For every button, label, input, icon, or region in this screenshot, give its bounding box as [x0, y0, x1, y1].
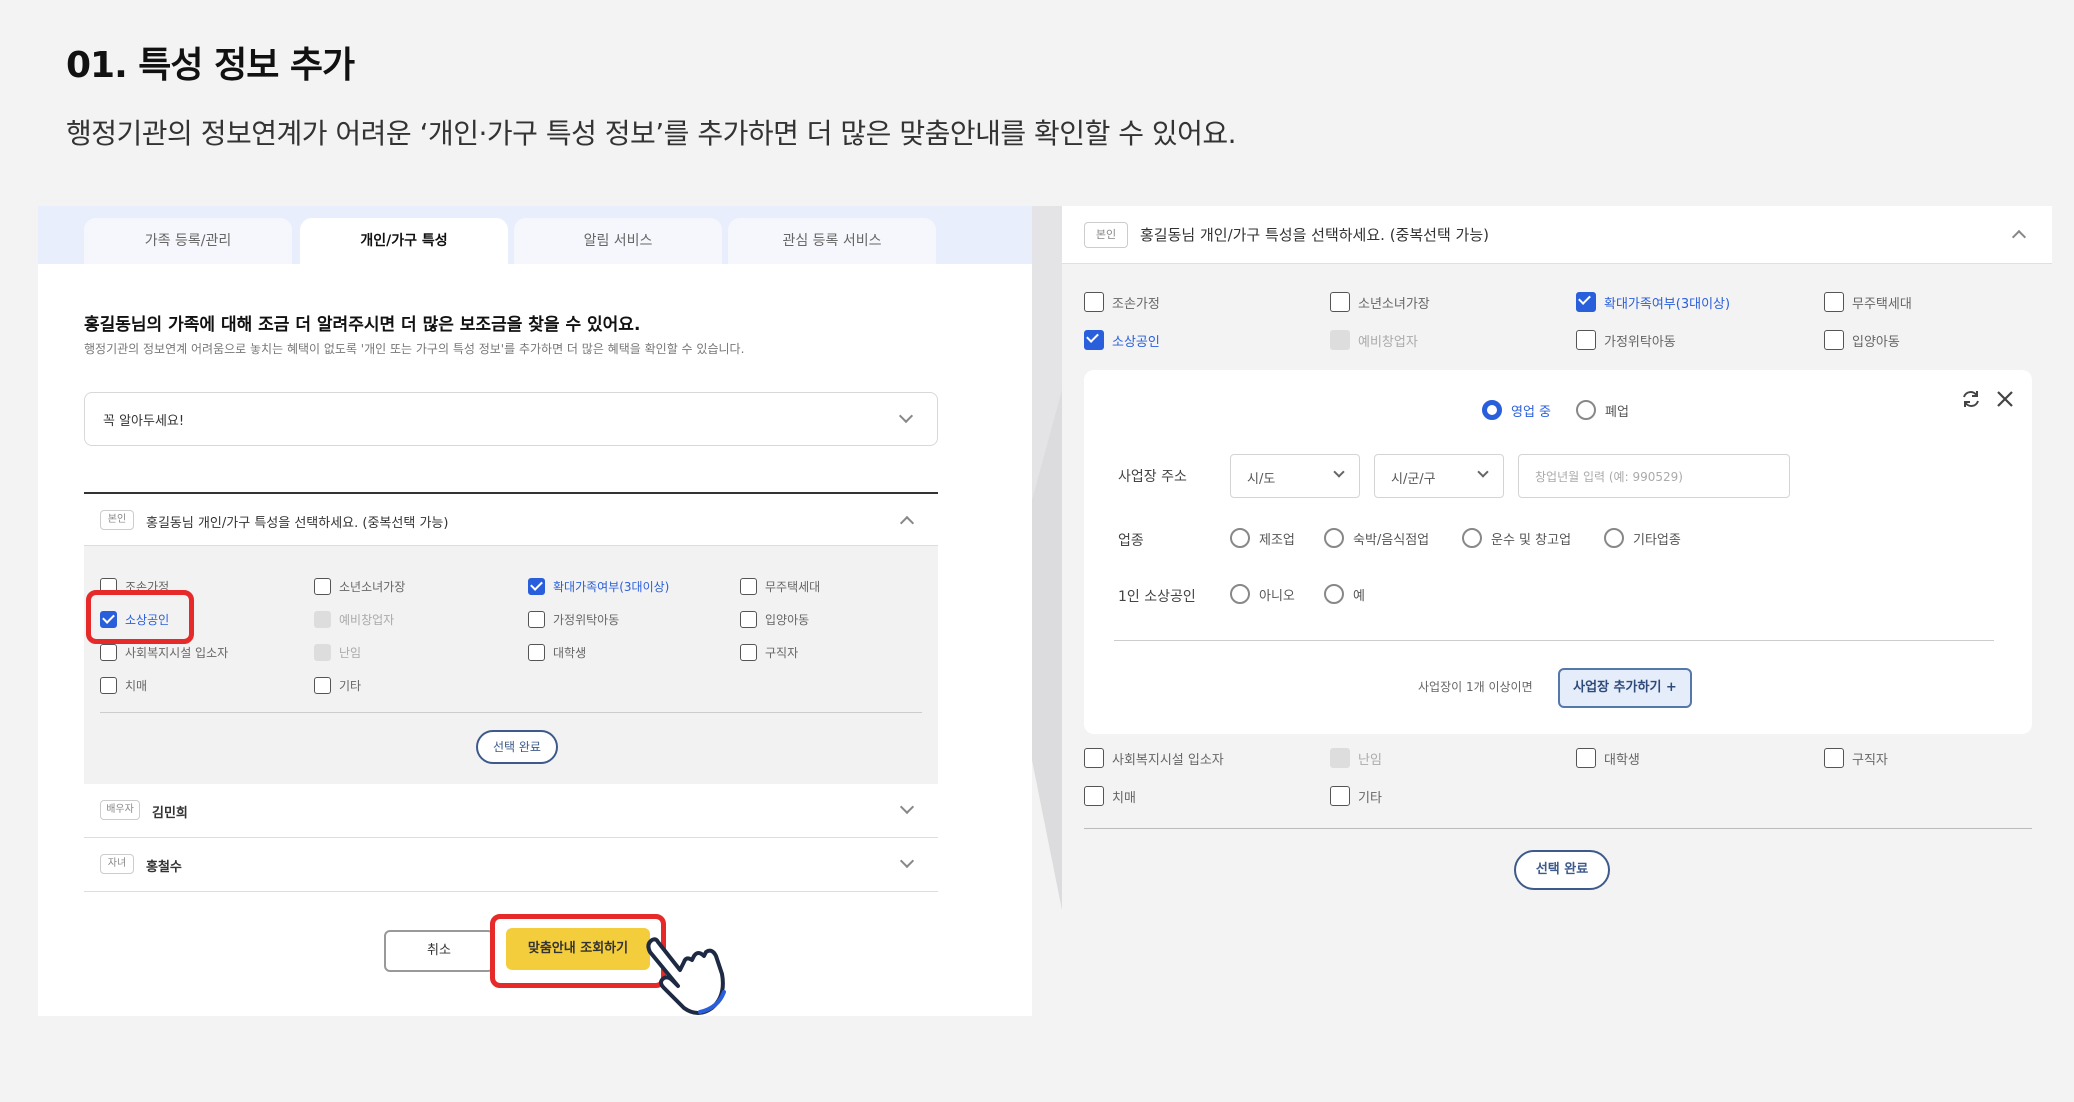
checkbox-item-disabled: 난임: [1330, 748, 1382, 768]
checkbox-item[interactable]: 조손가정: [1084, 292, 1160, 312]
spouse-section-header[interactable]: 배우자 김민희: [84, 784, 938, 838]
checkbox-small-business[interactable]: 소상공인: [1084, 330, 1160, 350]
chevron-down-icon: [899, 853, 915, 869]
checkbox-item[interactable]: 입양아동: [1824, 330, 1900, 350]
divider: [1114, 640, 1994, 641]
checkbox-item[interactable]: 무주택세대: [740, 578, 820, 595]
radio-closed[interactable]: 폐업: [1576, 400, 1629, 420]
checkbox-item[interactable]: 기타: [314, 677, 361, 694]
address-label: 사업장 주소: [1118, 469, 1187, 485]
self-section-title: 홍길동님 개인/가구 특성을 선택하세요. (중복선택 가능): [146, 516, 449, 531]
add-business-button[interactable]: 사업장 추가하기 +: [1558, 668, 1692, 708]
spouse-badge: 배우자: [100, 800, 140, 820]
close-icon[interactable]: [1994, 388, 2016, 410]
checkbox-item[interactable]: 입양아동: [740, 611, 809, 628]
small-business-detail-card: 영업 중 폐업 사업장 주소 시/도 시/군/구 창업년월 입력 (예: 990…: [1084, 370, 2032, 734]
checkbox-item[interactable]: 치매: [1084, 786, 1136, 806]
pointer-hand-icon: [646, 937, 726, 1015]
radio-lodging[interactable]: 숙박/음식점업: [1324, 528, 1429, 548]
divider: [1084, 828, 2032, 829]
tab-bar: 가족 등록/관리 개인/가구 특성 알림 서비스 관심 등록 서비스: [38, 206, 1032, 264]
tab-alerts[interactable]: 알림 서비스: [514, 218, 722, 264]
trait-checkbox-area: 조손가정 소년소녀가장 확대가족여부(3대이상) 무주택세대 소상공인 예비창업…: [84, 546, 938, 784]
select-done-button[interactable]: 선택 완료: [476, 730, 558, 764]
checkbox-item[interactable]: 가정위탁아동: [1576, 330, 1676, 350]
panel-title: 홍길동님의 가족에 대해 조금 더 알려주시면 더 많은 보조금을 찾을 수 있…: [84, 315, 641, 335]
chevron-up-icon: [2011, 229, 2027, 245]
panel-subtitle: 행정기관의 정보연계 어려움으로 놓치는 혜택이 없도록 '개인 또는 가구의 …: [84, 342, 745, 356]
checkbox-item[interactable]: 기타: [1330, 786, 1382, 806]
checkbox-item-disabled: 난임: [314, 644, 361, 661]
checkbox-item[interactable]: 대학생: [1576, 748, 1640, 768]
spouse-name: 김민희: [152, 806, 188, 821]
tab-personal-traits[interactable]: 개인/가구 특성: [300, 218, 508, 264]
checkbox-item[interactable]: 가정위탁아동: [528, 611, 619, 628]
checkbox-item-checked[interactable]: 확대가족여부(3대이상): [528, 578, 669, 595]
checkbox-item[interactable]: 소년소녀가장: [314, 578, 405, 595]
checkbox-item[interactable]: 사회복지시설 입소자: [100, 644, 228, 661]
checkbox-item[interactable]: 대학생: [528, 644, 586, 661]
checkbox-item-disabled: 예비창업자: [314, 611, 394, 628]
tab-family[interactable]: 가족 등록/관리: [84, 218, 292, 264]
radio-operating[interactable]: 영업 중: [1482, 400, 1551, 420]
divider: [100, 712, 922, 713]
checkbox-item[interactable]: 구직자: [740, 644, 798, 661]
cancel-button[interactable]: 취소: [384, 930, 494, 972]
select-done-button[interactable]: 선택 완료: [1514, 850, 1610, 890]
notice-label: 꼭 알아두세요!: [103, 414, 185, 429]
checkbox-item[interactable]: 구직자: [1824, 748, 1888, 768]
radio-transport[interactable]: 운수 및 창고업: [1462, 528, 1571, 548]
industry-label: 업종: [1118, 533, 1144, 549]
checkbox-item[interactable]: 소년소녀가장: [1330, 292, 1430, 312]
founding-date-input[interactable]: 창업년월 입력 (예: 990529): [1518, 454, 1790, 498]
child-name: 홍철수: [146, 860, 182, 875]
chevron-down-icon: [898, 408, 914, 424]
checkbox-item[interactable]: 사회복지시설 입소자: [1084, 748, 1224, 768]
left-screenshot-panel: 가족 등록/관리 개인/가구 특성 알림 서비스 관심 등록 서비스 홍길동님의…: [38, 206, 1032, 1016]
self-section-header[interactable]: 본인 홍길동님 개인/가구 특성을 선택하세요. (중복선택 가능): [1062, 206, 2052, 264]
self-section-title: 홍길동님 개인/가구 특성을 선택하세요. (중복선택 가능): [1140, 226, 1489, 244]
chevron-down-icon: [899, 799, 915, 815]
checkbox-item-disabled: 예비창업자: [1330, 330, 1418, 350]
checkbox-item[interactable]: 무주택세대: [1824, 292, 1912, 312]
radio-other-industry[interactable]: 기타업종: [1604, 528, 1681, 548]
self-section-header[interactable]: 본인 홍길동님 개인/가구 특성을 선택하세요. (중복선택 가능): [84, 494, 938, 546]
solo-business-label: 1인 소상공인: [1118, 589, 1196, 605]
checkbox-item-checked[interactable]: 확대가족여부(3대이상): [1576, 292, 1730, 312]
refresh-icon[interactable]: [1960, 388, 1982, 410]
multi-business-text: 사업장이 1개 이상이면: [1418, 680, 1533, 694]
radio-manufacturing[interactable]: 제조업: [1230, 528, 1295, 548]
checkbox-item[interactable]: 치매: [100, 677, 147, 694]
radio-solo-no[interactable]: 아니오: [1230, 584, 1295, 604]
child-badge: 자녀: [100, 854, 134, 874]
self-badge: 본인: [1084, 222, 1128, 248]
right-zoom-panel: 본인 홍길동님 개인/가구 특성을 선택하세요. (중복선택 가능) 조손가정 …: [1062, 206, 2052, 1014]
child-section-header[interactable]: 자녀 홍철수: [84, 838, 938, 892]
highlight-box: [86, 590, 194, 644]
chevron-up-icon: [899, 515, 915, 531]
sigungu-select[interactable]: 시/군/구: [1374, 454, 1504, 498]
tab-interest[interactable]: 관심 등록 서비스: [728, 218, 936, 264]
sido-select[interactable]: 시/도: [1230, 454, 1360, 498]
self-badge: 본인: [100, 510, 134, 530]
notice-accordion[interactable]: 꼭 알아두세요!: [84, 392, 938, 446]
radio-solo-yes[interactable]: 예: [1324, 584, 1365, 604]
